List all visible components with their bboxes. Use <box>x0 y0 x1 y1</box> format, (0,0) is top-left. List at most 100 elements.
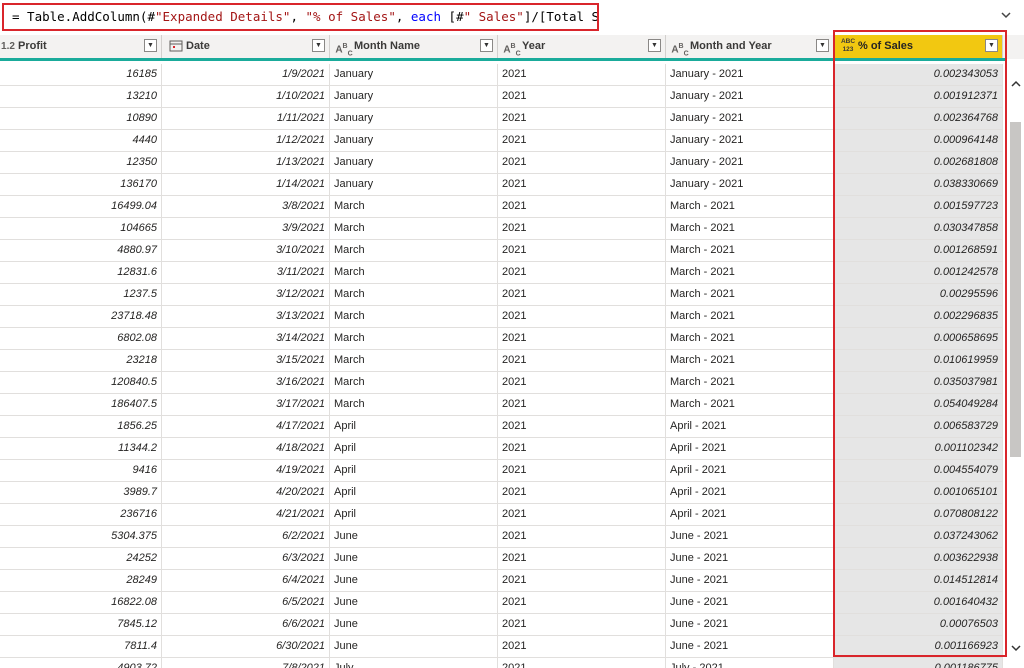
year-cell[interactable]: 2021 <box>498 460 666 482</box>
profit-cell[interactable]: 11344.2 <box>0 438 162 460</box>
percent-of-sales-cell[interactable]: 0.002343053 <box>834 64 1003 86</box>
profit-cell[interactable]: 7845.12 <box>0 614 162 636</box>
date-cell[interactable]: 6/6/2021 <box>162 614 330 636</box>
month-and-year-cell[interactable]: April - 2021 <box>666 438 834 460</box>
month-and-year-cell[interactable]: January - 2021 <box>666 86 834 108</box>
month-and-year-cell[interactable]: March - 2021 <box>666 262 834 284</box>
month-name-cell[interactable]: March <box>330 284 498 306</box>
table-row[interactable]: 186407.5 3/17/2021 March 2021 March - 2021 0.… <box>0 394 1007 416</box>
month-and-year-cell[interactable]: March - 2021 <box>666 284 834 306</box>
year-cell[interactable]: 2021 <box>498 130 666 152</box>
profit-cell[interactable]: 6802.08 <box>0 328 162 350</box>
month-and-year-cell[interactable]: January - 2021 <box>666 108 834 130</box>
table-row[interactable]: 12831.6 3/11/2021 March 2021 March - 2021 0.0… <box>0 262 1007 284</box>
filter-dropdown-icon[interactable]: ▼ <box>985 39 998 52</box>
percent-of-sales-cell[interactable]: 0.002364768 <box>834 108 1003 130</box>
profit-cell[interactable]: 4903.72 <box>0 658 162 668</box>
date-cell[interactable]: 3/8/2021 <box>162 196 330 218</box>
percent-of-sales-cell[interactable]: 0.002296835 <box>834 306 1003 328</box>
table-row[interactable]: 4903.72 7/8/2021 July 2021 July - 2021 0.0011… <box>0 658 1007 668</box>
year-cell[interactable]: 2021 <box>498 504 666 526</box>
text-type-icon[interactable]: ABC <box>670 35 690 58</box>
calendar-icon[interactable] <box>166 35 186 58</box>
year-cell[interactable]: 2021 <box>498 350 666 372</box>
percent-of-sales-cell[interactable]: 0.054049284 <box>834 394 1003 416</box>
profit-cell[interactable]: 9416 <box>0 460 162 482</box>
month-name-cell[interactable]: April <box>330 438 498 460</box>
date-cell[interactable]: 1/9/2021 <box>162 64 330 86</box>
profit-cell[interactable]: 23718.48 <box>0 306 162 328</box>
percent-of-sales-cell[interactable]: 0.006583729 <box>834 416 1003 438</box>
month-and-year-cell[interactable]: June - 2021 <box>666 526 834 548</box>
profit-cell[interactable]: 12350 <box>0 152 162 174</box>
month-and-year-cell[interactable]: June - 2021 <box>666 548 834 570</box>
profit-cell[interactable]: 5304.375 <box>0 526 162 548</box>
percent-of-sales-cell[interactable]: 0.038330669 <box>834 174 1003 196</box>
column-header-date[interactable]: Date ▼ <box>162 35 330 58</box>
table-row[interactable]: 10890 1/11/2021 January 2021 January - 2021 0… <box>0 108 1007 130</box>
percent-of-sales-cell[interactable]: 0.030347858 <box>834 218 1003 240</box>
profit-cell[interactable]: 28249 <box>0 570 162 592</box>
month-and-year-cell[interactable]: June - 2021 <box>666 614 834 636</box>
profit-cell[interactable]: 13210 <box>0 86 162 108</box>
percent-of-sales-cell[interactable]: 0.000658695 <box>834 328 1003 350</box>
month-name-cell[interactable]: January <box>330 108 498 130</box>
date-cell[interactable]: 6/3/2021 <box>162 548 330 570</box>
percent-of-sales-cell[interactable]: 0.001065101 <box>834 482 1003 504</box>
date-cell[interactable]: 1/10/2021 <box>162 86 330 108</box>
table-row[interactable]: 13210 1/10/2021 January 2021 January - 2021 0… <box>0 86 1007 108</box>
profit-cell[interactable]: 4440 <box>0 130 162 152</box>
month-and-year-cell[interactable]: April - 2021 <box>666 482 834 504</box>
table-row[interactable]: 12350 1/13/2021 January 2021 January - 2021 0… <box>0 152 1007 174</box>
date-cell[interactable]: 7/8/2021 <box>162 658 330 668</box>
percent-of-sales-cell[interactable]: 0.004554079 <box>834 460 1003 482</box>
formula-input[interactable]: = Table.AddColumn(#"Expanded Details", "… <box>2 3 599 31</box>
year-cell[interactable]: 2021 <box>498 284 666 306</box>
year-cell[interactable]: 2021 <box>498 372 666 394</box>
table-row[interactable]: 16499.04 3/8/2021 March 2021 March - 2021 0.0… <box>0 196 1007 218</box>
year-cell[interactable]: 2021 <box>498 306 666 328</box>
year-cell[interactable]: 2021 <box>498 262 666 284</box>
percent-of-sales-cell[interactable]: 0.001166923 <box>834 636 1003 658</box>
date-cell[interactable]: 3/11/2021 <box>162 262 330 284</box>
profit-cell[interactable]: 186407.5 <box>0 394 162 416</box>
table-row[interactable]: 16822.08 6/5/2021 June 2021 June - 2021 0.001… <box>0 592 1007 614</box>
year-cell[interactable]: 2021 <box>498 482 666 504</box>
table-row[interactable]: 23218 3/15/2021 March 2021 March - 2021 0.010… <box>0 350 1007 372</box>
year-cell[interactable]: 2021 <box>498 174 666 196</box>
filter-dropdown-icon[interactable]: ▼ <box>816 39 829 52</box>
profit-cell[interactable]: 16822.08 <box>0 592 162 614</box>
table-row[interactable]: 1856.25 4/17/2021 April 2021 April - 2021 0.0… <box>0 416 1007 438</box>
year-cell[interactable]: 2021 <box>498 592 666 614</box>
month-and-year-cell[interactable]: March - 2021 <box>666 394 834 416</box>
year-cell[interactable]: 2021 <box>498 570 666 592</box>
percent-of-sales-cell[interactable]: 0.001242578 <box>834 262 1003 284</box>
year-cell[interactable]: 2021 <box>498 636 666 658</box>
table-row[interactable]: 16185 1/9/2021 January 2021 January - 2021 0.… <box>0 64 1007 86</box>
month-name-cell[interactable]: June <box>330 636 498 658</box>
month-and-year-cell[interactable]: June - 2021 <box>666 570 834 592</box>
percent-of-sales-cell[interactable]: 0.001597723 <box>834 196 1003 218</box>
percent-of-sales-cell[interactable]: 0.014512814 <box>834 570 1003 592</box>
profit-cell[interactable]: 1856.25 <box>0 416 162 438</box>
date-cell[interactable]: 3/12/2021 <box>162 284 330 306</box>
month-and-year-cell[interactable]: March - 2021 <box>666 196 834 218</box>
text-type-icon[interactable]: ABC <box>502 35 522 58</box>
filter-dropdown-icon[interactable]: ▼ <box>480 39 493 52</box>
month-and-year-cell[interactable]: January - 2021 <box>666 64 834 86</box>
month-name-cell[interactable]: April <box>330 460 498 482</box>
month-and-year-cell[interactable]: March - 2021 <box>666 328 834 350</box>
month-name-cell[interactable]: June <box>330 592 498 614</box>
date-cell[interactable]: 3/16/2021 <box>162 372 330 394</box>
year-cell[interactable]: 2021 <box>498 548 666 570</box>
date-cell[interactable]: 4/17/2021 <box>162 416 330 438</box>
table-row[interactable]: 1237.5 3/12/2021 March 2021 March - 2021 0.00… <box>0 284 1007 306</box>
percent-of-sales-cell[interactable]: 0.002681808 <box>834 152 1003 174</box>
date-cell[interactable]: 1/14/2021 <box>162 174 330 196</box>
year-cell[interactable]: 2021 <box>498 152 666 174</box>
date-cell[interactable]: 1/12/2021 <box>162 130 330 152</box>
column-header-month-and-year[interactable]: ABC Month and Year ▼ <box>666 35 834 58</box>
profit-cell[interactable]: 10890 <box>0 108 162 130</box>
date-cell[interactable]: 3/10/2021 <box>162 240 330 262</box>
date-cell[interactable]: 1/13/2021 <box>162 152 330 174</box>
